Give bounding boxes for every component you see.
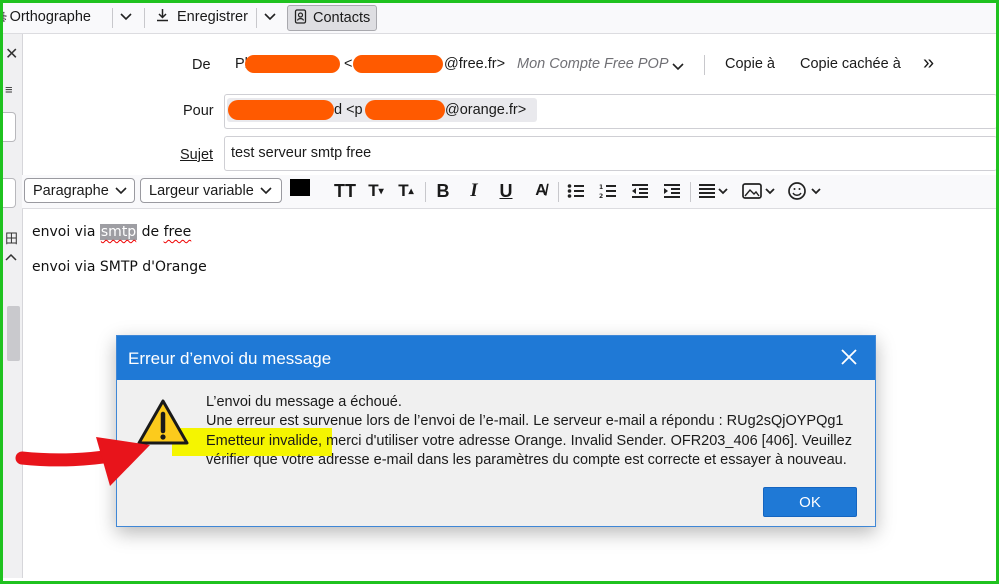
annotation-arrow (15, 437, 150, 486)
